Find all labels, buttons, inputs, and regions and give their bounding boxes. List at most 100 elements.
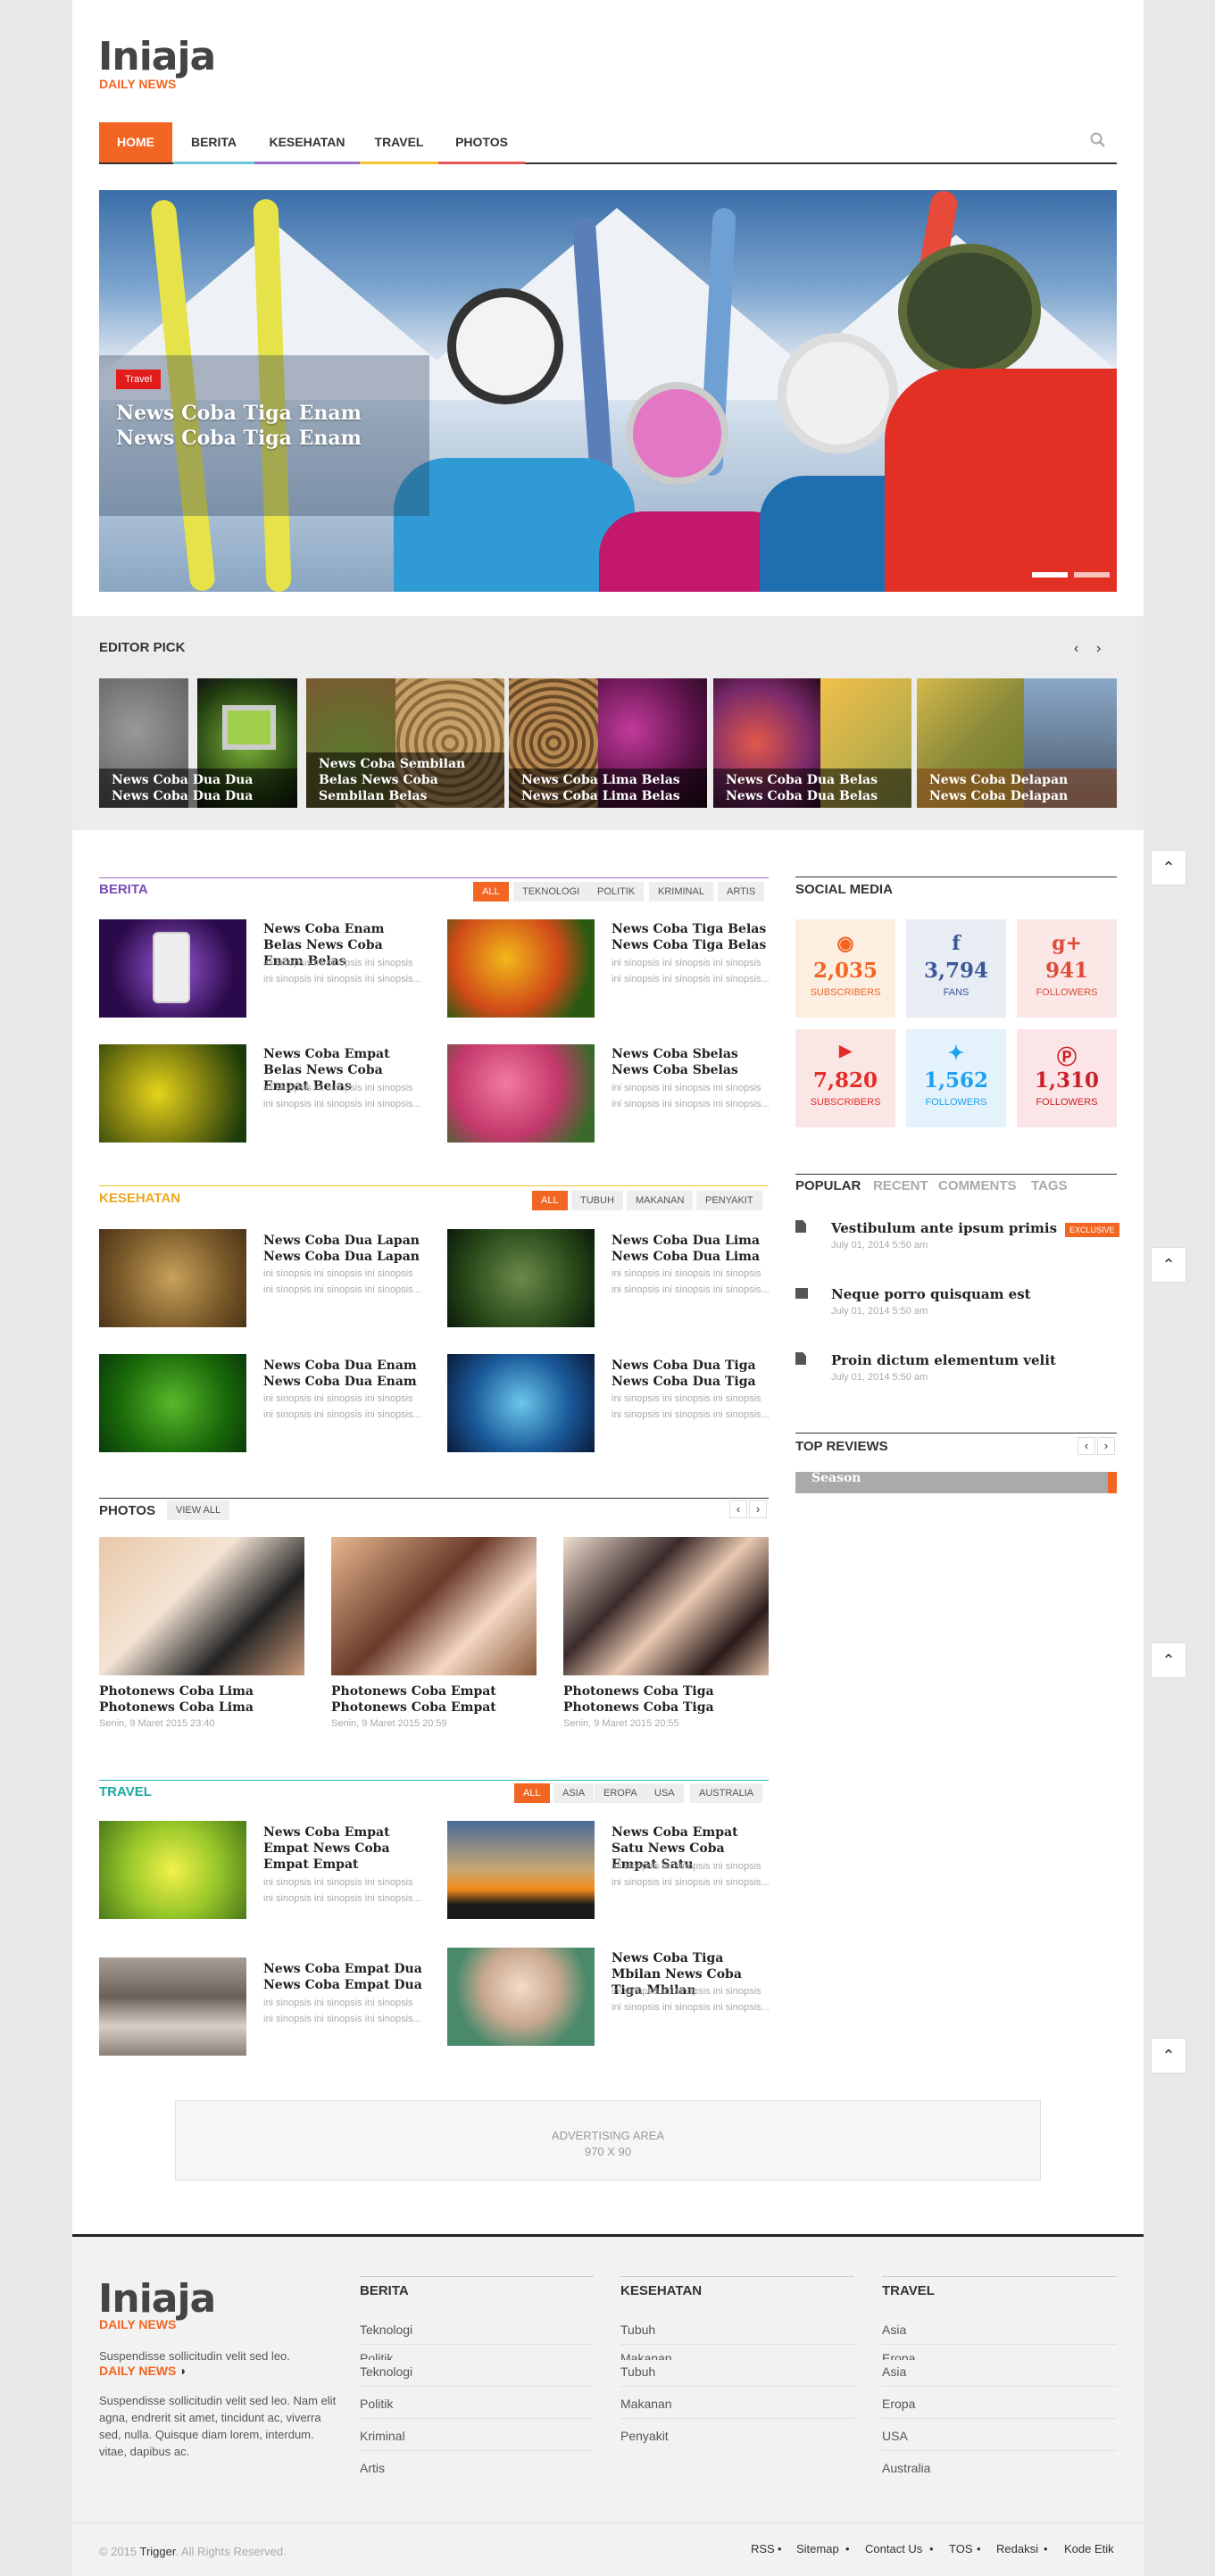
photo-title[interactable]: Photonews Coba Empat Photonews Coba Empa… — [331, 1683, 537, 1716]
chevron-left-icon[interactable]: ‹ — [729, 1500, 747, 1518]
news-title[interactable]: News Coba Dua Lima News Coba Dua Lima — [612, 1233, 772, 1265]
footer-link[interactable]: Teknologi — [360, 2323, 412, 2337]
berita-tag-politik[interactable]: POLITIK — [588, 882, 645, 902]
popular-post-title[interactable]: Proin dictum elementum velit — [831, 1352, 1056, 1368]
news-title[interactable]: News Coba Tiga Belas News Coba Tiga Bela… — [612, 921, 772, 953]
footer-link[interactable]: Artis — [360, 2461, 385, 2475]
advertising-area[interactable]: ADVERTISING AREA 970 X 90 — [175, 2100, 1041, 2181]
nav-berita[interactable]: BERITA — [173, 122, 254, 164]
news-thumbnail[interactable] — [447, 1229, 595, 1327]
photo-thumbnail[interactable] — [331, 1537, 537, 1675]
news-thumbnail[interactable] — [99, 1229, 246, 1327]
editor-pick-item[interactable]: News Coba Lima Belas News Coba Lima Bela… — [509, 678, 707, 808]
photo-thumbnail[interactable] — [99, 1537, 304, 1675]
berita-tag-teknologi[interactable]: TEKNOLOGI — [513, 882, 589, 902]
popular-post-title[interactable]: Neque porro quisquam est — [831, 1286, 1031, 1302]
editor-pick-item[interactable]: News Coba Dua Belas News Coba Dua Belas — [713, 678, 911, 808]
hero-category-tag[interactable]: Travel — [116, 370, 162, 389]
footer-link-kode-etik[interactable]: Kode Etik — [1064, 2542, 1114, 2555]
news-thumbnail[interactable] — [447, 1044, 595, 1143]
scroll-up-button[interactable]: ⌃ — [1151, 1642, 1186, 1678]
scroll-up-button[interactable]: ⌃ — [1151, 850, 1186, 885]
tab-popular[interactable]: POPULAR — [795, 1178, 861, 1193]
berita-tag-all[interactable]: ALL — [473, 882, 509, 902]
social-rss[interactable]: ◉ 2,035 SUBSCRIBERS — [795, 919, 895, 1018]
social-google-plus[interactable]: g+ 941 FOLLOWERS — [1017, 919, 1117, 1018]
hero-slide-indicator[interactable] — [1032, 572, 1068, 578]
photo-title[interactable]: Photonews Coba Tiga Photonews Coba Tiga — [563, 1683, 769, 1716]
berita-title[interactable]: BERITA — [99, 882, 148, 897]
news-thumbnail[interactable] — [99, 1957, 246, 2056]
news-title[interactable]: News Coba Sbelas News Coba Sbelas — [612, 1046, 772, 1078]
tab-tags[interactable]: TAGS — [1031, 1178, 1068, 1193]
nav-kesehatan[interactable]: KESEHATAN — [254, 122, 360, 164]
chevron-right-icon[interactable]: › — [1097, 1437, 1115, 1455]
news-title[interactable]: News Coba Dua Lapan News Coba Dua Lapan — [263, 1233, 424, 1265]
nav-travel[interactable]: TRAVEL — [360, 122, 438, 164]
berita-tag-artis[interactable]: ARTIS — [718, 882, 765, 902]
news-thumbnail[interactable] — [447, 1821, 595, 1919]
news-thumbnail[interactable] — [99, 1821, 246, 1919]
kesehatan-tag-tubuh[interactable]: TUBUH — [571, 1191, 623, 1210]
social-facebook[interactable]: f 3,794 FANS — [906, 919, 1006, 1018]
travel-title[interactable]: TRAVEL — [99, 1784, 152, 1799]
nav-photos[interactable]: PHOTOS — [438, 122, 525, 164]
kesehatan-tag-makanan[interactable]: MAKANAN — [627, 1191, 694, 1210]
hero-slider[interactable]: Travel News Coba Tiga Enam News Coba Tig… — [99, 190, 1117, 592]
review-item[interactable]: Season — [795, 1472, 1117, 1493]
news-thumbnail[interactable] — [99, 1354, 246, 1452]
footer-link-redaksi[interactable]: Redaksi — [996, 2542, 1038, 2555]
footer-logo[interactable]: Iniaja — [98, 2276, 216, 2322]
news-title[interactable]: News Coba Dua Enam News Coba Dua Enam — [263, 1358, 424, 1390]
news-thumbnail[interactable] — [99, 919, 246, 1018]
footer-link[interactable]: USA — [882, 2429, 908, 2443]
footer-link[interactable]: Eropa — [882, 2397, 915, 2411]
news-title[interactable]: News Coba Empat Empat News Coba Empat Em… — [263, 1824, 424, 1873]
editor-pick-item[interactable]: News Coba Delapan News Coba Delapan — [917, 678, 1117, 808]
hero-title[interactable]: News Coba Tiga Enam News Coba Tiga Enam — [116, 401, 411, 451]
hero-slide-indicator[interactable] — [1074, 572, 1110, 578]
popular-post-title[interactable]: Vestibulum ante ipsum primis — [831, 1220, 1057, 1236]
news-thumbnail[interactable] — [99, 1044, 246, 1143]
tab-comments[interactable]: COMMENTS — [938, 1178, 1017, 1193]
travel-tag-eropa[interactable]: EROPA — [595, 1783, 646, 1803]
footer-link[interactable]: Politik — [360, 2397, 393, 2411]
social-pinterest[interactable]: Ⓟ 1,310 FOLLOWERS — [1017, 1029, 1117, 1127]
footer-link-rss[interactable]: RSS — [751, 2542, 775, 2555]
footer-link-sitemap[interactable]: Sitemap — [796, 2542, 839, 2555]
editor-pick-item[interactable]: News Coba Sembilan Belas News Coba Sembi… — [306, 678, 504, 808]
photos-view-all[interactable]: VIEW ALL — [167, 1500, 230, 1520]
photo-thumbnail[interactable] — [563, 1537, 769, 1675]
footer-link-contact[interactable]: Contact Us — [865, 2542, 922, 2555]
footer-link[interactable]: Australia — [882, 2461, 930, 2475]
site-logo[interactable]: Iniaja — [98, 34, 216, 79]
kesehatan-title[interactable]: KESEHATAN — [99, 1191, 180, 1206]
news-title[interactable]: News Coba Dua Tiga News Coba Dua Tiga — [612, 1358, 772, 1390]
photo-title[interactable]: Photonews Coba Lima Photonews Coba Lima — [99, 1683, 304, 1716]
footer-link[interactable]: Tubuh — [620, 2364, 655, 2379]
travel-tag-all[interactable]: ALL — [514, 1783, 550, 1803]
footer-link[interactable]: Asia — [882, 2323, 906, 2337]
editor-pick-item[interactable]: News Coba Dua Dua News Coba Dua Dua — [99, 678, 297, 808]
footer-link[interactable]: Kriminal — [360, 2429, 405, 2443]
travel-tag-australia[interactable]: AUSTRALIA — [690, 1783, 763, 1803]
chevron-left-icon[interactable]: ‹ — [1078, 1437, 1095, 1455]
chevron-right-icon[interactable]: › — [1096, 641, 1101, 657]
search-icon[interactable] — [1090, 132, 1106, 148]
news-thumbnail[interactable] — [447, 1948, 595, 2046]
footer-link[interactable]: Asia — [882, 2364, 906, 2379]
kesehatan-tag-all[interactable]: ALL — [532, 1191, 568, 1210]
berita-tag-kriminal[interactable]: KRIMINAL — [649, 882, 713, 902]
scroll-up-button[interactable]: ⌃ — [1151, 1247, 1186, 1283]
chevron-right-icon[interactable]: › — [749, 1500, 767, 1518]
nav-home[interactable]: HOME — [99, 122, 172, 162]
footer-link-tos[interactable]: TOS — [949, 2542, 973, 2555]
travel-tag-asia[interactable]: ASIA — [553, 1783, 595, 1803]
footer-link[interactable]: Makanan — [620, 2397, 672, 2411]
footer-link[interactable]: Tubuh — [620, 2323, 655, 2337]
footer-link[interactable]: Teknologi — [360, 2364, 412, 2379]
footer-link[interactable]: Penyakit — [620, 2429, 669, 2443]
social-twitter[interactable]: ✦ 1,562 FOLLOWERS — [906, 1029, 1006, 1127]
chevron-left-icon[interactable]: ‹ — [1074, 641, 1078, 657]
news-thumbnail[interactable] — [447, 1354, 595, 1452]
